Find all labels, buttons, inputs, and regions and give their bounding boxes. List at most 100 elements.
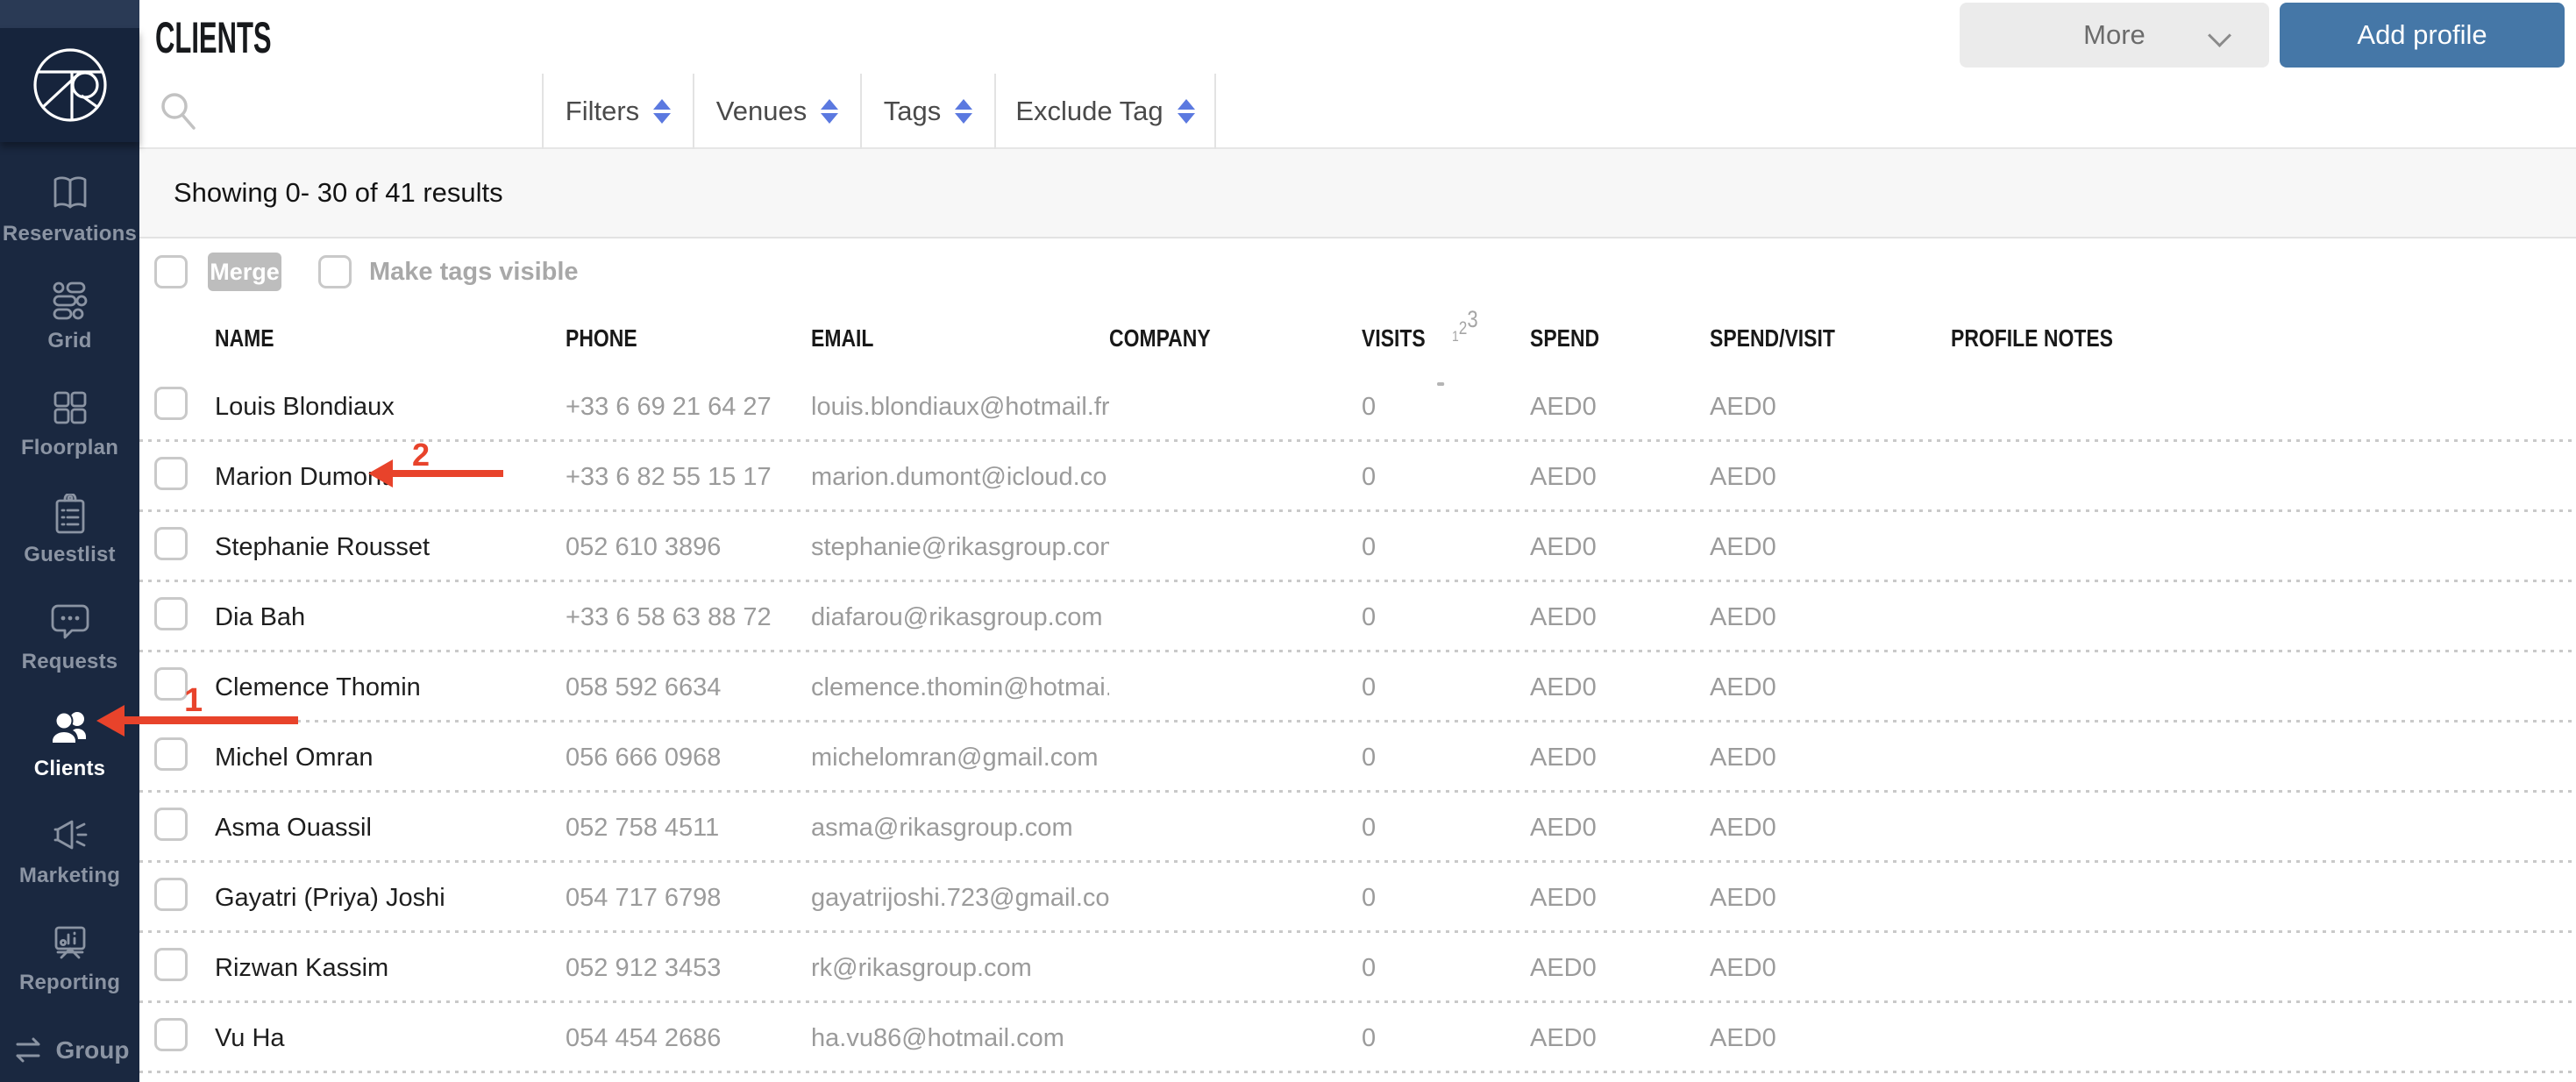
chat-bubble-icon <box>51 604 89 639</box>
column-header-visits[interactable]: VISITS 123 <box>1362 306 1530 386</box>
clipboard-icon <box>55 494 84 534</box>
column-header-profile-notes[interactable]: PROFILE NOTES <box>1951 324 2576 352</box>
table-row[interactable]: Gayatri (Priya) Joshi 054 717 6798 gayat… <box>139 863 2576 933</box>
sidebar-item-label: Reservations <box>2 222 138 246</box>
sidebar-item-guestlist[interactable]: Guestlist <box>0 477 139 584</box>
client-visits: 0 <box>1362 462 1377 491</box>
row-checkbox[interactable] <box>154 737 188 771</box>
merge-button[interactable]: Merge <box>208 253 281 291</box>
client-spend-per-visit: AED0 <box>1710 532 1776 561</box>
filters-dropdown[interactable]: Filters <box>542 74 693 149</box>
exclude-tag-dropdown[interactable]: Exclude Tag <box>994 74 1216 149</box>
table-row[interactable]: Clemence Thomin 058 592 6634 clemence.th… <box>139 652 2576 723</box>
client-visits: 0 <box>1362 392 1377 421</box>
table-row[interactable]: Marion Dumont +33 6 82 55 15 17 marion.d… <box>139 442 2576 512</box>
column-header-spend[interactable]: SPEND <box>1530 324 1710 352</box>
table-row[interactable]: Louis Blondiaux +33 6 69 21 64 27 louis.… <box>139 372 2576 442</box>
presentation-chart-icon <box>54 926 85 959</box>
sidebar-item-grid[interactable]: Grid <box>0 263 139 370</box>
table-row[interactable]: Rizwan Kassim 052 912 3453 rk@rikasgroup… <box>139 933 2576 1003</box>
more-button-label: More <box>2083 19 2145 50</box>
select-all-checkbox[interactable] <box>154 255 188 288</box>
row-checkbox[interactable] <box>154 387 188 420</box>
sidebar-item-label: Grid <box>47 329 92 352</box>
row-checkbox[interactable] <box>154 457 188 490</box>
client-name: Marion Dumont <box>215 462 389 491</box>
client-visits: 0 <box>1362 673 1377 701</box>
client-visits: 0 <box>1362 813 1377 842</box>
client-email: stephanie@rikasgroup.com <box>811 532 1109 561</box>
client-spend: AED0 <box>1530 883 1597 912</box>
megaphone-icon <box>53 820 87 850</box>
table-row[interactable]: Stephanie Rousset 052 610 3896 stephanie… <box>139 512 2576 582</box>
table-row[interactable]: Vu Ha 054 454 2686 ha.vu86@hotmail.com 0… <box>139 1003 2576 1073</box>
client-phone: 052 758 4511 <box>566 813 720 842</box>
client-spend: AED0 <box>1530 602 1597 631</box>
sidebar-item-label: Reporting <box>18 971 121 994</box>
client-email: michelomran@gmail.com <box>811 743 1099 772</box>
sevenrooms-logo[interactable] <box>0 28 139 142</box>
client-visits: 0 <box>1362 1023 1377 1052</box>
sidebar-item-reservations[interactable]: Reservations <box>0 156 139 263</box>
column-header-name[interactable]: NAME <box>215 324 566 352</box>
client-visits: 0 <box>1362 953 1377 982</box>
client-spend-per-visit: AED0 <box>1710 883 1776 912</box>
row-checkbox[interactable] <box>154 878 188 911</box>
table-row[interactable]: Asma Ouassil 052 758 4511 asma@rikasgrou… <box>139 793 2576 863</box>
client-visits: 0 <box>1362 883 1377 912</box>
sidebar-item-clients[interactable]: Clients <box>0 691 139 798</box>
row-checkbox[interactable] <box>154 948 188 981</box>
client-spend-per-visit: AED0 <box>1710 743 1776 772</box>
sidebar-nav: Reservations Grid Floorplan Guestlist Re… <box>0 156 139 1012</box>
client-spend-per-visit: AED0 <box>1710 673 1776 701</box>
client-email: gayatrijoshi.723@gmail.co... <box>811 883 1109 912</box>
sidebar-item-label: Group <box>55 1036 130 1064</box>
sort-arrows-icon <box>955 99 973 124</box>
column-header-phone[interactable]: PHONE <box>566 324 811 352</box>
filter-bar: Filters Venues Tags Exclude Tag <box>139 74 2576 149</box>
client-spend-per-visit: AED0 <box>1710 462 1776 491</box>
client-spend: AED0 <box>1530 953 1597 982</box>
sidebar-item-label: Marketing <box>18 864 121 887</box>
client-name: Dia Bah <box>215 602 306 631</box>
column-header-email[interactable]: EMAIL <box>811 324 1109 352</box>
row-checkbox[interactable] <box>154 1018 188 1051</box>
row-checkbox[interactable] <box>154 667 188 701</box>
swap-arrows-icon <box>16 1037 39 1063</box>
sidebar-item-requests[interactable]: Requests <box>0 584 139 691</box>
page-title: CLIENTS <box>155 13 272 62</box>
client-spend-per-visit: AED0 <box>1710 392 1776 421</box>
sidebar-item-floorplan[interactable]: Floorplan <box>0 370 139 477</box>
client-email: rk@rikasgroup.com <box>811 953 1032 982</box>
add-profile-button[interactable]: Add profile <box>2280 3 2565 68</box>
exclude-tag-dropdown-label: Exclude Tag <box>1015 96 1163 126</box>
column-header-spend-visit[interactable]: SPEND/VISIT <box>1710 324 1951 352</box>
client-email: clemence.thomin@hotmai... <box>811 673 1109 701</box>
sidebar-item-label: Clients <box>33 757 106 780</box>
floorplan-icon <box>53 391 86 424</box>
client-phone: 052 912 3453 <box>566 953 722 982</box>
tags-dropdown[interactable]: Tags <box>860 74 994 149</box>
row-checkbox[interactable] <box>154 527 188 560</box>
make-tags-visible-checkbox[interactable] <box>318 255 352 288</box>
grid-icon <box>53 281 87 320</box>
sidebar-item-reporting[interactable]: Reporting <box>0 905 139 1012</box>
table-row[interactable]: Michel Omran 056 666 0968 michelomran@gm… <box>139 723 2576 793</box>
table-row[interactable]: Dia Bah +33 6 58 63 88 72 diafarou@rikas… <box>139 582 2576 652</box>
client-name: Rizwan Kassim <box>215 953 389 982</box>
search-input[interactable] <box>213 84 529 137</box>
sidebar-item-group[interactable]: Group <box>0 1024 139 1077</box>
client-visits: 0 <box>1362 532 1377 561</box>
client-spend-per-visit: AED0 <box>1710 1023 1776 1052</box>
top-bar: CLIENTS More Add profile <box>139 0 2576 74</box>
client-email: marion.dumont@icloud.co... <box>811 462 1109 491</box>
row-checkbox[interactable] <box>154 597 188 630</box>
sidebar-item-marketing[interactable]: Marketing <box>0 798 139 905</box>
column-header-company[interactable]: COMPANY <box>1109 324 1362 352</box>
venues-dropdown[interactable]: Venues <box>693 74 860 149</box>
row-checkbox[interactable] <box>154 808 188 841</box>
client-phone: 056 666 0968 <box>566 743 722 772</box>
more-button[interactable]: More <box>1960 3 2269 68</box>
client-spend-per-visit: AED0 <box>1710 813 1776 842</box>
table-header: NAME PHONE EMAIL COMPANY VISITS 123 SPEND… <box>139 305 2576 386</box>
